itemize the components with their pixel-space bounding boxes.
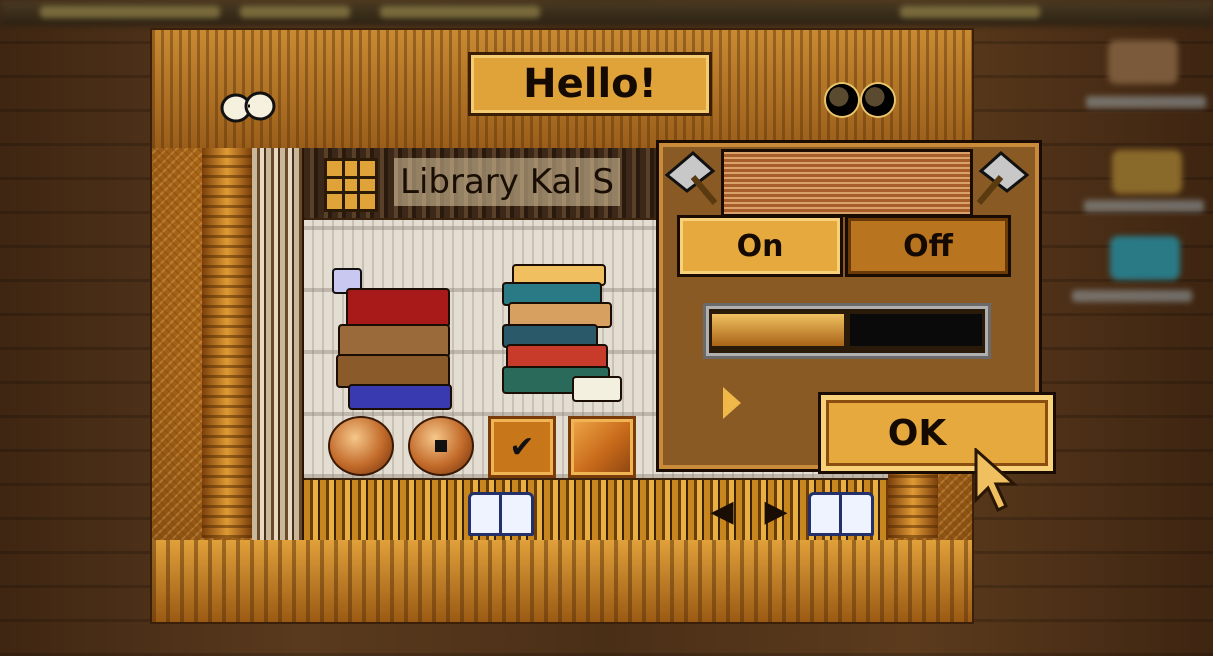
frame-base (152, 540, 972, 622)
radio-button-on[interactable] (408, 416, 474, 476)
radio-button-off[interactable] (328, 416, 394, 476)
window-title: Hello! (468, 52, 712, 116)
bookshelf-column (252, 148, 305, 540)
book-blue (348, 384, 452, 410)
axe-icon[interactable] (975, 147, 1031, 207)
arrow-right-icon[interactable]: ▶ (758, 494, 794, 530)
checkbox-unchecked[interactable] (568, 416, 636, 478)
grid-icon[interactable] (324, 158, 378, 212)
toolbar-label: Library Kal S (394, 158, 621, 206)
book-brown (338, 324, 450, 358)
book-red (346, 288, 450, 328)
desktop-icon (1112, 150, 1182, 194)
radio-dot (435, 440, 447, 452)
arrow-left-icon[interactable]: ◀ (704, 494, 740, 530)
mouse-pointer-icon (974, 448, 1018, 513)
play-icon[interactable] (723, 387, 741, 419)
menubar-item (240, 6, 350, 18)
eye-right (862, 84, 894, 116)
on-button[interactable]: On (677, 215, 843, 277)
open-book-icon[interactable] (808, 492, 874, 536)
checkmark-icon: ✔ (509, 429, 535, 465)
axe-icon[interactable] (663, 147, 719, 207)
glasses-icon[interactable] (218, 90, 278, 124)
book-stack-icon[interactable] (332, 268, 462, 410)
frame-pillar-left (202, 148, 252, 538)
desktop-icon (1108, 40, 1178, 84)
bookspine-strip (304, 480, 888, 540)
desktop-icon-label (1084, 200, 1204, 212)
checkbox-checked[interactable]: ✔ (488, 416, 556, 478)
desktop-icon-label (1072, 290, 1192, 302)
window-titlebar[interactable]: Hello! (152, 30, 972, 148)
progress-slider[interactable] (703, 303, 991, 359)
off-button[interactable]: Off (845, 215, 1011, 277)
window-toolbar: Library Kal S (304, 148, 714, 218)
open-book-icon[interactable] (468, 492, 534, 536)
menubar-item (40, 6, 220, 18)
book-brown-2 (336, 354, 450, 388)
menubar-item (380, 6, 540, 18)
slider-empty (850, 314, 982, 346)
book-pile-icon[interactable] (502, 264, 622, 414)
popup-titlebar[interactable] (721, 149, 973, 217)
desktop-icon (1110, 236, 1180, 280)
slider-fill (712, 314, 844, 346)
eyes-icon[interactable] (826, 84, 896, 118)
book-cream (572, 376, 622, 402)
desktop-icon-label (1086, 96, 1206, 108)
desktop-menubar (0, 0, 1213, 26)
menubar-item (900, 6, 1040, 18)
eye-left (826, 84, 858, 116)
